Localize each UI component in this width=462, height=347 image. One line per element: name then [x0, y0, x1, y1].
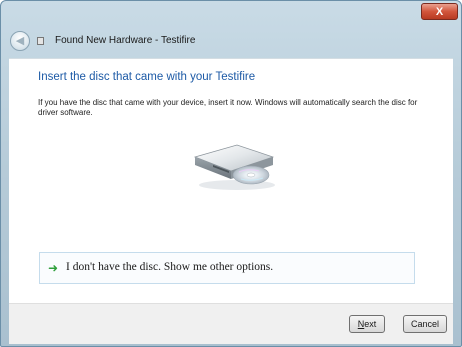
- button-bar: Next Cancel: [9, 303, 453, 344]
- main-instruction: Insert the disc that came with your Test…: [38, 71, 256, 83]
- found-new-hardware-window: X ◀ Found New Hardware - Testifire Inser…: [0, 0, 462, 347]
- close-button[interactable]: X: [421, 3, 458, 20]
- next-label: ext: [364, 319, 377, 329]
- no-disc-option-label: I don't have the disc. Show me other opt…: [66, 261, 274, 273]
- back-arrow-icon: ◀: [15, 35, 25, 47]
- optical-drive-icon: [193, 144, 275, 190]
- no-disc-option[interactable]: ➜ I don't have the disc. Show me other o…: [39, 252, 415, 284]
- body-text: If you have the disc that came with your…: [38, 98, 418, 117]
- next-button[interactable]: Next: [349, 315, 385, 333]
- cancel-button[interactable]: Cancel: [403, 315, 447, 333]
- hardware-icon: [37, 37, 44, 45]
- green-arrow-icon: ➜: [48, 261, 59, 275]
- dialog-header: ◀ Found New Hardware - Testifire: [7, 25, 455, 57]
- content-area: Insert the disc that came with your Test…: [9, 58, 453, 304]
- title-bar[interactable]: X: [1, 1, 461, 25]
- dialog-title: Found New Hardware - Testifire: [55, 35, 196, 46]
- back-button[interactable]: ◀: [10, 31, 30, 51]
